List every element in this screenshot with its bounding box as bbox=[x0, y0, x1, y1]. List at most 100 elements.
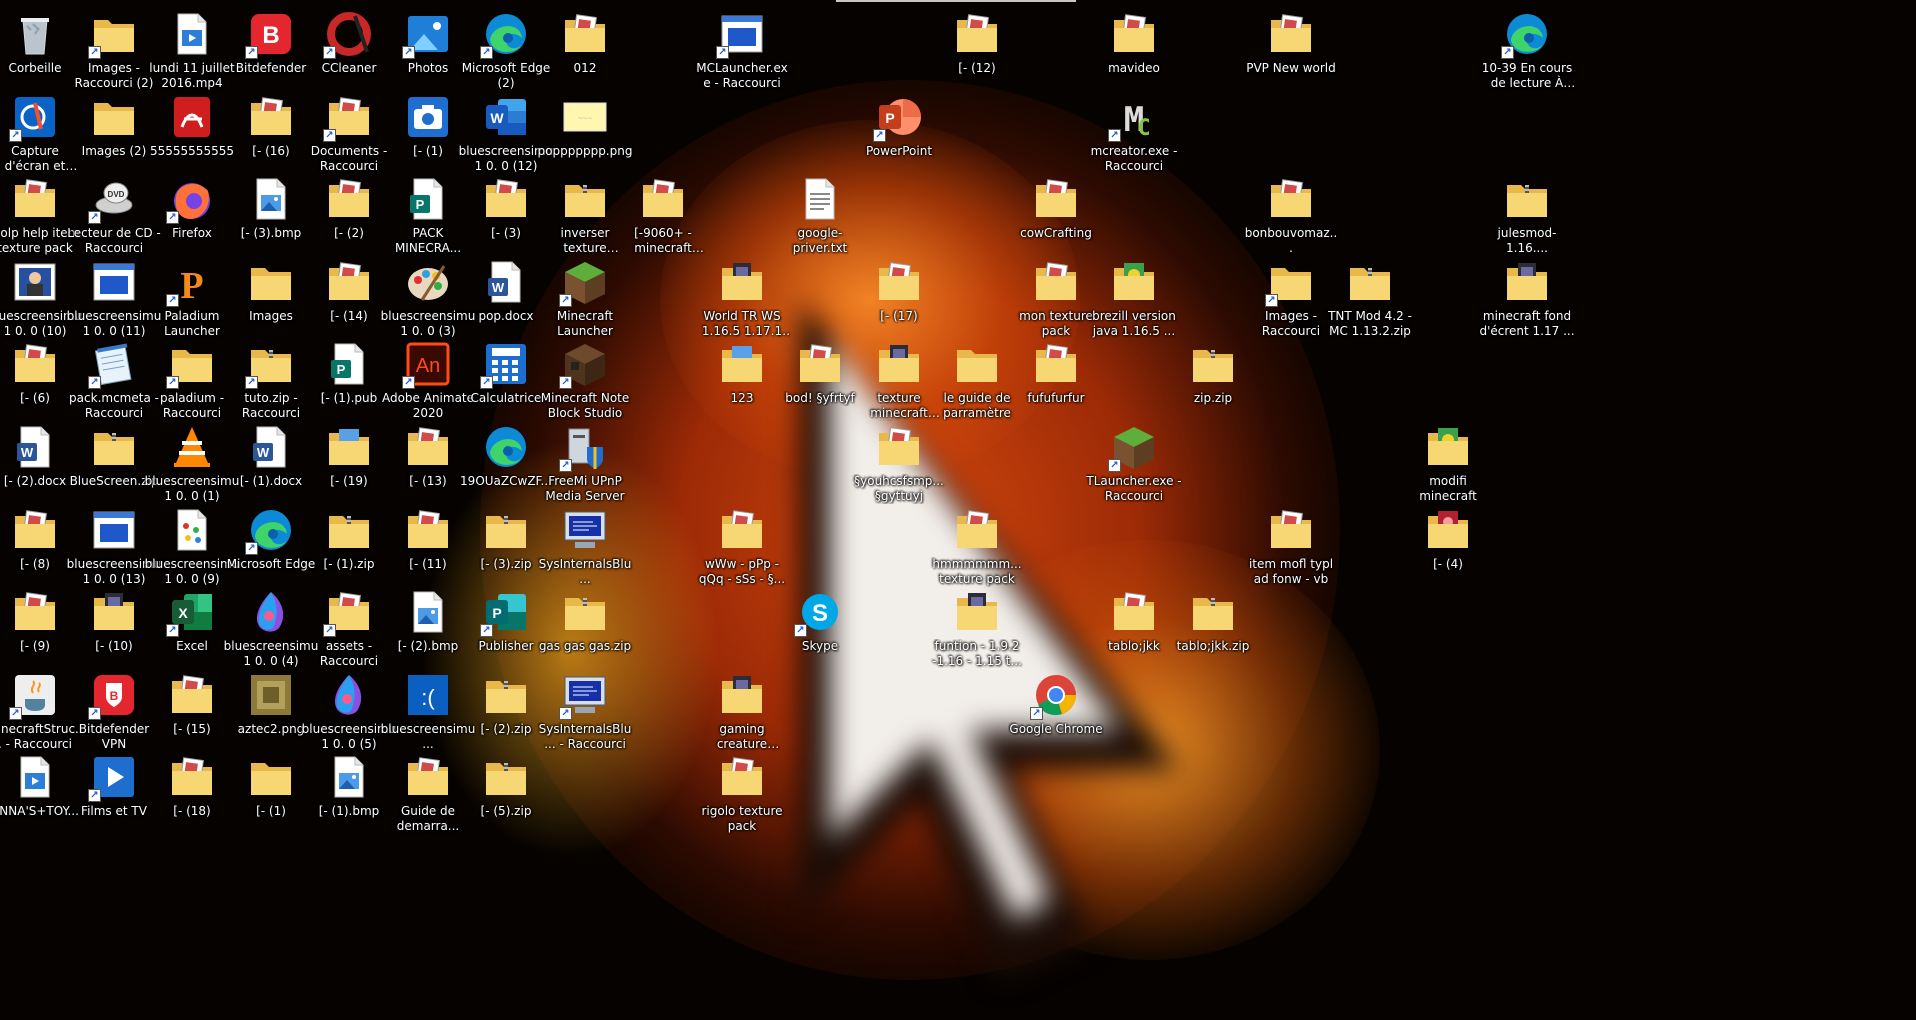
shortcut-arrow-icon: ↗ bbox=[323, 624, 336, 637]
shortcut-arrow-icon: ↗ bbox=[245, 376, 258, 389]
paint3d-icon bbox=[247, 588, 295, 636]
video-icon bbox=[168, 10, 216, 58]
sysint-icon bbox=[561, 506, 609, 554]
word-doc-icon: W bbox=[482, 258, 530, 306]
svg-text:W: W bbox=[21, 445, 34, 460]
zip-icon bbox=[325, 506, 373, 554]
desktop-icon[interactable]: [- (5).zip bbox=[458, 745, 554, 845]
folder-doc-icon bbox=[325, 175, 373, 223]
desktop-icon[interactable]: ↗ Google Chrome bbox=[1008, 663, 1104, 763]
png-olive-icon bbox=[247, 671, 295, 719]
shortcut-arrow-icon: ↗ bbox=[559, 294, 572, 307]
desktop-icon-label: 012 bbox=[573, 61, 597, 75]
shortcut-arrow-icon: ↗ bbox=[9, 129, 22, 142]
folder-blue-icon bbox=[325, 423, 373, 471]
bsod-icon: :( bbox=[404, 671, 452, 719]
paladium-icon: P ↗ bbox=[166, 258, 216, 307]
zip-icon bbox=[561, 588, 609, 636]
shortcut-arrow-icon: ↗ bbox=[166, 211, 179, 224]
svg-text:P: P bbox=[492, 605, 501, 621]
desktop-icon-label: Skype bbox=[801, 639, 839, 653]
folder-doc-icon bbox=[247, 93, 295, 141]
desktop-icon-label: 10-39 En cours de lecture À re... bbox=[1481, 61, 1573, 90]
app-window-icon: ↗ bbox=[716, 10, 766, 59]
folder-doc-icon bbox=[953, 506, 1001, 554]
chrome-icon: ↗ bbox=[1030, 671, 1080, 720]
edge-icon: ↗ bbox=[245, 506, 295, 555]
desktop-icon-label: poppppppp.png bbox=[537, 144, 633, 158]
shortcut-arrow-icon: ↗ bbox=[1108, 459, 1121, 472]
folder-green-icon bbox=[1110, 258, 1158, 306]
text-icon bbox=[796, 175, 844, 223]
folder-doc-icon bbox=[1110, 588, 1158, 636]
minecraft-icon: ↗ bbox=[1108, 423, 1158, 472]
png-yellow-icon: ~~~ bbox=[561, 93, 609, 141]
app-person-icon bbox=[11, 258, 59, 306]
sysint-icon: ↗ bbox=[559, 671, 609, 720]
shortcut-arrow-icon: ↗ bbox=[480, 376, 493, 389]
edge-icon bbox=[482, 423, 530, 471]
zip-icon bbox=[90, 423, 138, 471]
paint-icon bbox=[404, 258, 452, 306]
shortcut-arrow-icon: ↗ bbox=[480, 624, 493, 637]
folder-dark-icon bbox=[1503, 258, 1551, 306]
recycle-icon bbox=[11, 10, 59, 58]
notepad-icon: ↗ bbox=[88, 340, 138, 389]
zip-icon bbox=[1189, 340, 1237, 388]
desktop-icon[interactable]: ↗ MCLauncher.exe - Raccourci bbox=[694, 2, 790, 102]
shortcut-arrow-icon: ↗ bbox=[166, 376, 179, 389]
desktop-icon[interactable]: ↗ TLauncher.exe - Raccourci bbox=[1086, 415, 1182, 515]
photos-icon: ↗ bbox=[402, 10, 452, 59]
desktop-icon-label: fufufurfur bbox=[1027, 391, 1085, 405]
folder-doc-icon bbox=[1032, 258, 1080, 306]
folder-img-icon: ↗ bbox=[88, 10, 138, 59]
publisher-doc-icon: P bbox=[325, 340, 373, 388]
zip-icon bbox=[482, 753, 530, 801]
svg-text:P: P bbox=[885, 110, 894, 126]
folder-doc-icon bbox=[875, 258, 923, 306]
desktop-icon-label: gas gas gas.zip bbox=[538, 639, 632, 653]
shortcut-arrow-icon: ↗ bbox=[166, 294, 179, 307]
shortcut-arrow-icon: ↗ bbox=[402, 46, 415, 59]
svg-text:C: C bbox=[1137, 116, 1150, 141]
desktop-icon[interactable]: rigolo texture pack bbox=[694, 745, 790, 845]
desktop-icon-label: minecraft fond d'écrent 1.17 ... bbox=[1479, 309, 1575, 338]
desktop-icon[interactable]: [- (4) bbox=[1400, 498, 1496, 598]
shortcut-arrow-icon: ↗ bbox=[559, 707, 572, 720]
shortcut-arrow-icon: ↗ bbox=[716, 46, 729, 59]
svg-text:An: An bbox=[416, 355, 440, 377]
shortcut-arrow-icon: ↗ bbox=[559, 459, 572, 472]
video-icon bbox=[11, 753, 59, 801]
desktop-icon[interactable]: ↗ 10-39 En cours de lecture À re... bbox=[1479, 2, 1575, 102]
desktop-icon[interactable]: minecraft fond d'écrent 1.17 ... bbox=[1479, 250, 1575, 350]
desktop-icon[interactable]: PVP New world bbox=[1243, 2, 1339, 102]
folder-doc-icon bbox=[168, 671, 216, 719]
svg-text:P: P bbox=[180, 265, 203, 306]
snip-icon: ↗ bbox=[9, 93, 59, 142]
desktop-icon[interactable]: TNT Mod 4.2 - MC 1.13.2.zip bbox=[1322, 250, 1418, 350]
shortcut-arrow-icon: ↗ bbox=[323, 129, 336, 142]
image-file-icon bbox=[325, 753, 373, 801]
folder-dark-icon bbox=[90, 588, 138, 636]
svg-text:P: P bbox=[416, 197, 425, 212]
shortcut-arrow-icon: ↗ bbox=[245, 46, 258, 59]
svg-text:W: W bbox=[257, 445, 270, 460]
svg-text:~~~: ~~~ bbox=[578, 114, 592, 123]
zip-icon bbox=[1189, 588, 1237, 636]
app-window-icon bbox=[90, 258, 138, 306]
desktop-icon-label: MCLauncher.exe - Raccourci bbox=[696, 61, 788, 90]
folder-dark-icon bbox=[718, 671, 766, 719]
bitdefender-icon: B ↗ bbox=[245, 10, 295, 59]
folder-doc-icon: ↗ bbox=[323, 93, 373, 142]
desktop-icon[interactable]: tablo;jkk.zip bbox=[1165, 580, 1261, 680]
folder-doc-icon bbox=[1110, 10, 1158, 58]
folder-doc-icon bbox=[875, 423, 923, 471]
shortcut-arrow-icon: ↗ bbox=[1265, 294, 1278, 307]
powerpoint-icon: P ↗ bbox=[873, 93, 923, 142]
folder-dark-icon bbox=[953, 588, 1001, 636]
svg-text:S: S bbox=[812, 600, 828, 627]
folder-doc-icon bbox=[404, 423, 452, 471]
folder-doc-icon bbox=[953, 10, 1001, 58]
shortcut-arrow-icon: ↗ bbox=[88, 707, 101, 720]
shortcut-arrow-icon: ↗ bbox=[1501, 46, 1514, 59]
